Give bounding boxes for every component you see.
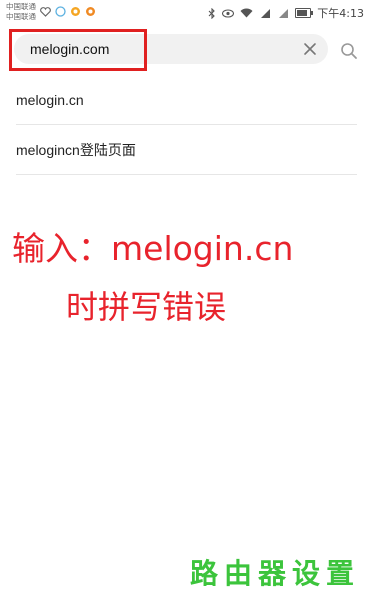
system-status: 下午4:13 (208, 5, 364, 21)
carrier-info: 中国联通 中国联通 (6, 2, 36, 22)
suggestion-text: melogincn登陆页面 (16, 142, 136, 158)
signal-icon-2 (279, 9, 289, 18)
weibo-icon-2 (86, 7, 95, 16)
battery-icon (295, 8, 314, 18)
clear-icon[interactable] (302, 41, 318, 57)
heart-rate-icon (40, 6, 51, 17)
annotation-text-line-1: 输入：melogin.cn (12, 229, 294, 268)
bluetooth-icon (208, 7, 216, 19)
highlight-box (9, 29, 147, 71)
signal-icon (261, 9, 271, 18)
eye-comfort-icon (222, 8, 235, 18)
suggestion-item[interactable]: melogin.cn (16, 75, 357, 125)
wifi-icon (240, 8, 253, 18)
search-icon[interactable] (340, 42, 358, 60)
browser-page: 中国联通 中国联通 下午4:13 melogin.com melogin.cn … (0, 0, 372, 600)
clock: 下午4:13 (317, 7, 364, 20)
status-bar: 中国联通 中国联通 下午4:13 (0, 0, 372, 26)
suggestion-item[interactable]: melogincn登陆页面 (16, 125, 357, 175)
weibo-icon (71, 7, 80, 16)
watermark: 路由器设置 (189, 557, 360, 590)
annotation-text-line-2: 时拼写错误 (66, 288, 227, 326)
carrier-name-1: 中国联通 (6, 2, 36, 11)
carrier-name-2: 中国联通 (6, 12, 36, 21)
notification-icons (40, 6, 96, 17)
suggestion-text: melogin.cn (16, 92, 84, 108)
app-notification-icon (55, 6, 66, 17)
